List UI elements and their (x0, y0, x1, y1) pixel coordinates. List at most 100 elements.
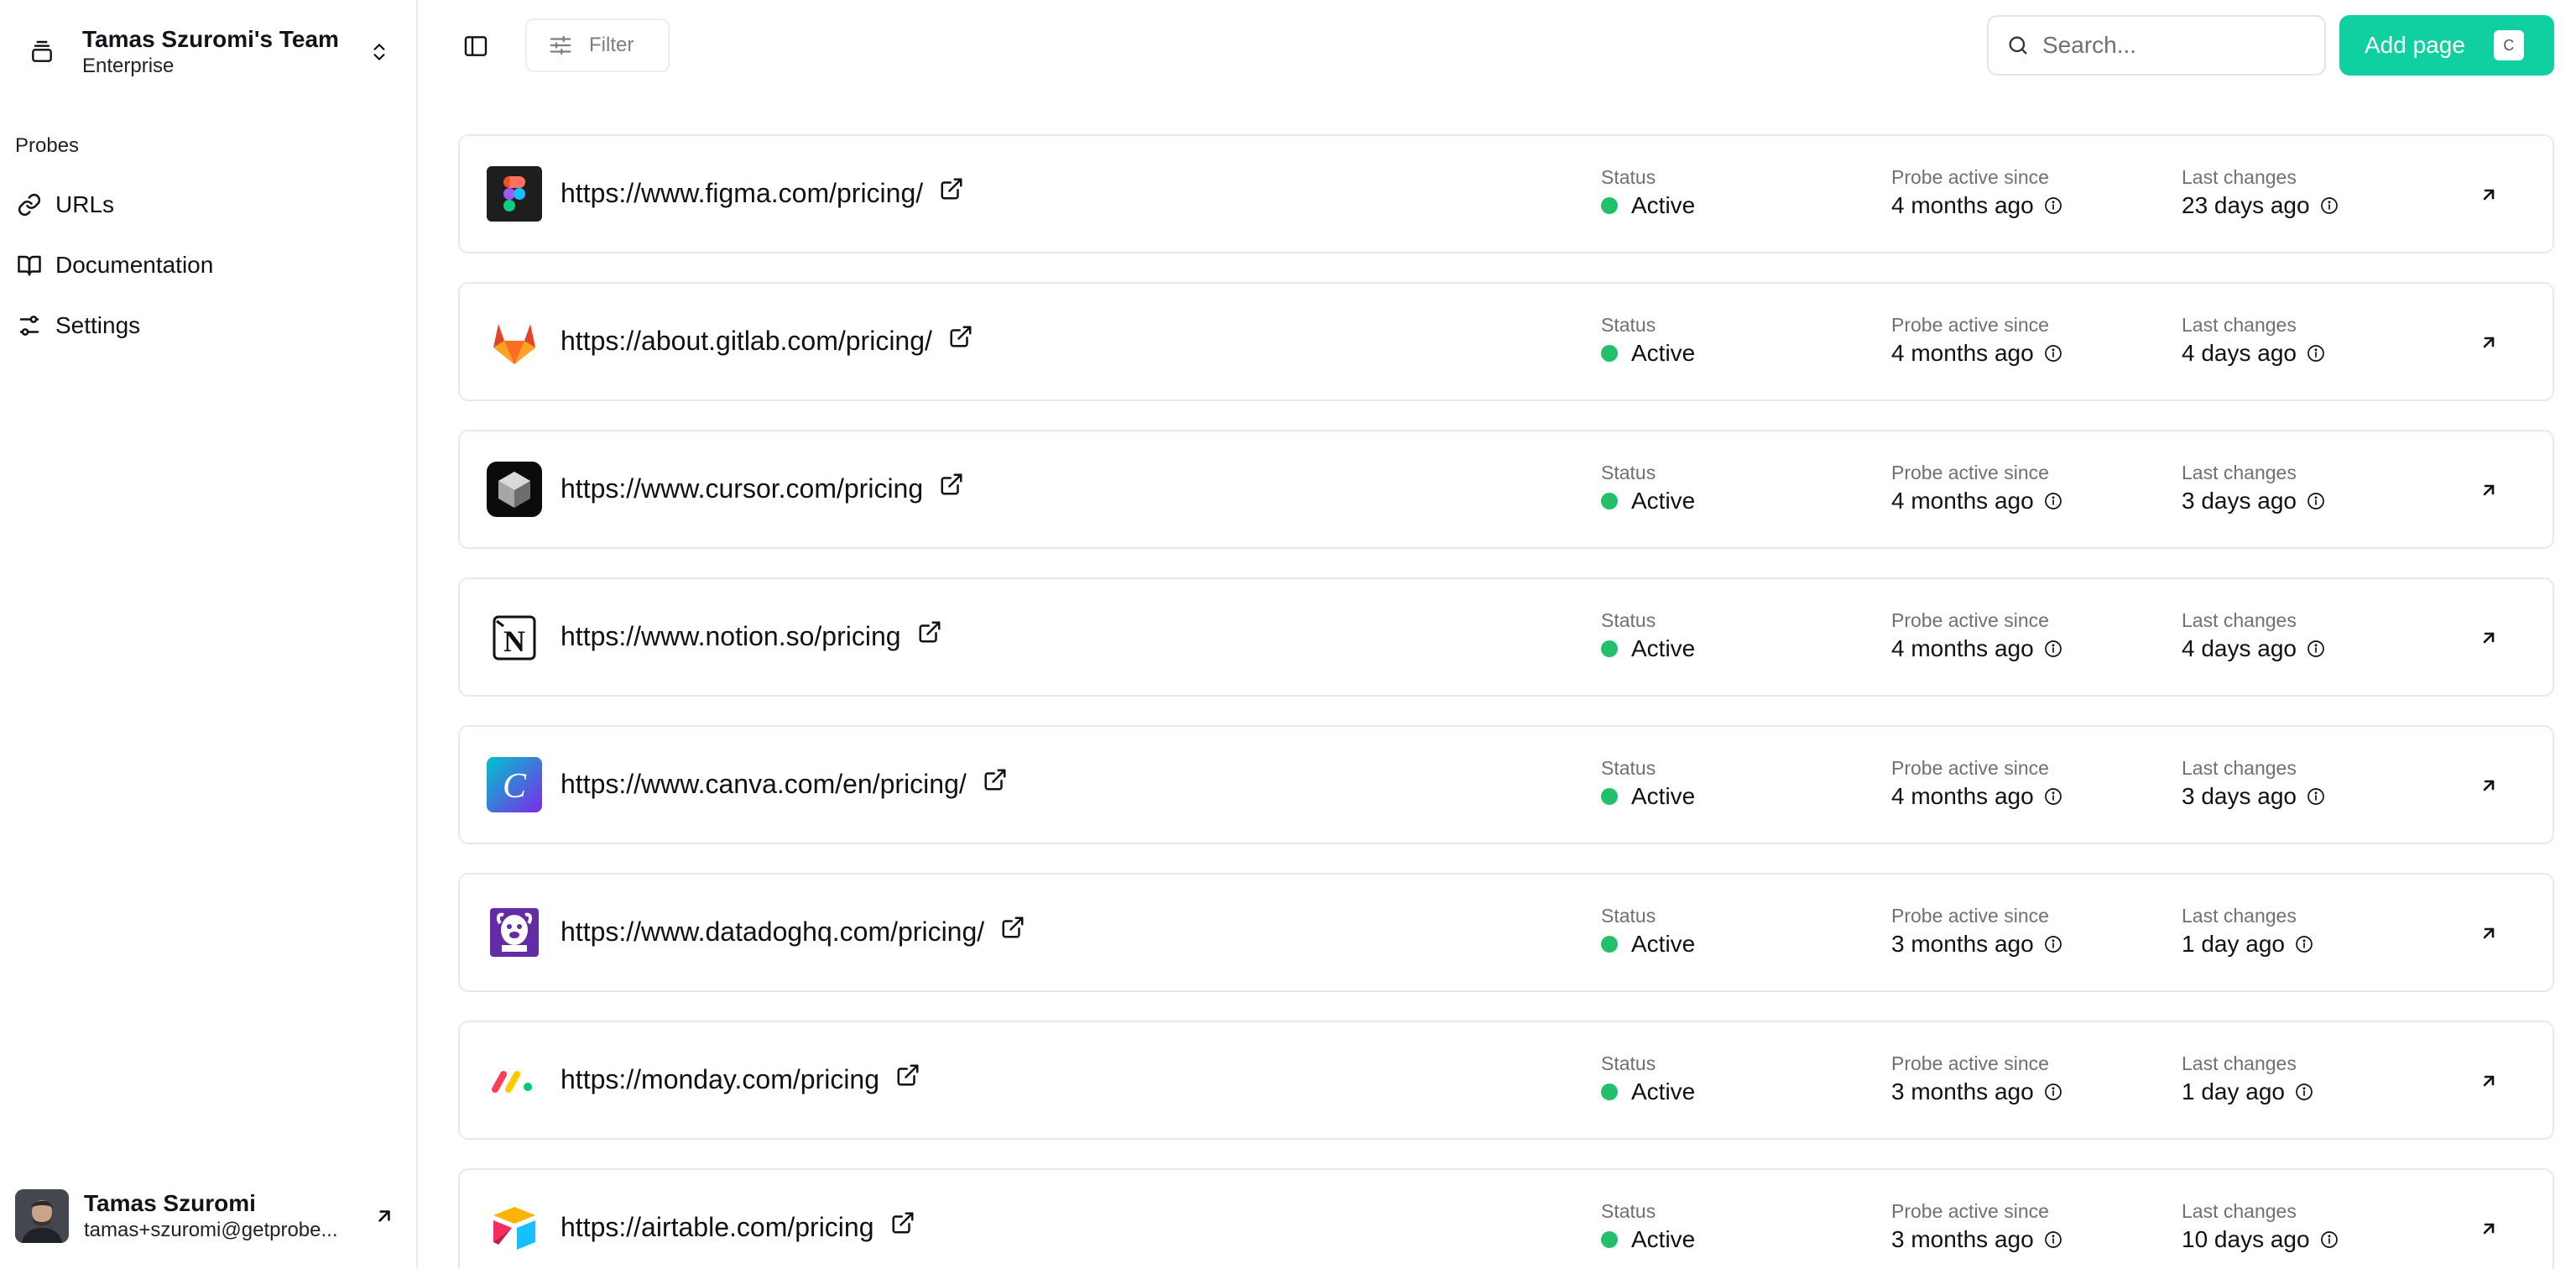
sidebar-item-settings[interactable]: Settings (15, 295, 401, 356)
filter-button[interactable]: Filter (525, 18, 670, 72)
open-probe-icon[interactable] (2474, 1066, 2504, 1096)
info-icon[interactable] (2042, 933, 2064, 955)
changes-cell: Last changes 10 days ago (2182, 1198, 2340, 1256)
external-link-icon[interactable] (916, 619, 943, 645)
info-icon[interactable] (2042, 1081, 2064, 1103)
user-info: Tamas Szuromi tamas+szuromi@getprobe... (84, 1189, 368, 1243)
status-dot (1601, 788, 1618, 805)
table-row[interactable]: C https://www.canva.com/en/pricing/ Stat… (458, 725, 2554, 844)
info-icon[interactable] (2042, 786, 2064, 807)
probe-url[interactable]: https://www.notion.so/pricing (561, 621, 901, 652)
status-badge: Active (1631, 1226, 1696, 1252)
link-icon (15, 191, 44, 219)
table-row[interactable]: https://airtable.com/pricing Status Acti… (458, 1168, 2554, 1269)
user-menu[interactable]: Tamas Szuromi tamas+szuromi@getprobe... (15, 1187, 401, 1246)
info-icon[interactable] (2305, 342, 2327, 364)
since-label: Probe active since (1891, 166, 2049, 188)
info-icon[interactable] (2293, 1081, 2315, 1103)
status-dot (1601, 1231, 1618, 1248)
probe-url-link[interactable]: https://www.canva.com/en/pricing/ (561, 769, 1009, 800)
changes-value: 1 day ago (2182, 1078, 2285, 1104)
external-link-icon[interactable] (894, 1062, 921, 1089)
probe-url-link[interactable]: https://www.figma.com/pricing/ (561, 178, 965, 209)
open-probe-icon[interactable] (2474, 180, 2504, 210)
probe-url-link[interactable]: https://www.notion.so/pricing (561, 621, 943, 652)
sidebar-toggle-button[interactable] (458, 29, 493, 64)
gitlab-logo-icon (487, 314, 542, 369)
open-probe-icon[interactable] (2474, 623, 2504, 653)
info-icon[interactable] (2305, 786, 2327, 807)
since-label: Probe active since (1891, 1052, 2049, 1074)
sidebar-item-documentation[interactable]: Documentation (15, 235, 401, 295)
chevron-up-down-icon[interactable] (364, 35, 394, 69)
svg-text:C: C (503, 767, 527, 806)
probe-url-link[interactable]: https://airtable.com/pricing (561, 1212, 916, 1243)
external-link-icon[interactable] (938, 471, 965, 498)
sidebar-item-label: URLs (55, 191, 115, 217)
info-icon[interactable] (2042, 195, 2064, 217)
probe-url[interactable]: https://airtable.com/pricing (561, 1212, 874, 1243)
svg-text:N: N (503, 624, 525, 658)
info-icon[interactable] (2042, 342, 2064, 364)
info-icon[interactable] (2305, 490, 2327, 512)
probe-url[interactable]: https://about.gitlab.com/pricing/ (561, 326, 932, 357)
probe-url[interactable]: https://www.datadoghq.com/pricing/ (561, 916, 984, 948)
status-cell: Status Active (1601, 608, 1695, 665)
info-icon[interactable] (2305, 638, 2327, 660)
status-dot (1601, 936, 1618, 953)
probe-url-link[interactable]: https://www.cursor.com/pricing (561, 473, 965, 504)
changes-label: Last changes (2182, 314, 2297, 336)
changes-value: 1 day ago (2182, 931, 2285, 957)
since-cell: Probe active since 3 months ago (1891, 1051, 2064, 1108)
external-link-icon[interactable] (999, 914, 1026, 941)
table-row[interactable]: https://monday.com/pricing Status Active… (458, 1021, 2554, 1140)
probe-url[interactable]: https://www.cursor.com/pricing (561, 473, 923, 504)
info-icon[interactable] (2042, 638, 2064, 660)
open-probe-icon[interactable] (2474, 327, 2504, 358)
add-page-button[interactable]: Add page C (2339, 15, 2554, 76)
info-icon[interactable] (2042, 1229, 2064, 1251)
status-label: Status (1601, 314, 1656, 336)
probe-url-link[interactable]: https://www.datadoghq.com/pricing/ (561, 916, 1026, 948)
open-probe-icon[interactable] (2474, 918, 2504, 948)
table-row[interactable]: https://www.datadoghq.com/pricing/ Statu… (458, 873, 2554, 992)
table-row[interactable]: N https://www.notion.so/pricing Status A… (458, 577, 2554, 697)
probe-url-link[interactable]: https://monday.com/pricing (561, 1064, 921, 1095)
probe-url[interactable]: https://monday.com/pricing (561, 1064, 879, 1095)
info-icon[interactable] (2318, 195, 2340, 217)
info-icon[interactable] (2293, 933, 2315, 955)
sidebar-item-label: Settings (55, 312, 141, 338)
open-probe-icon[interactable] (2474, 475, 2504, 505)
team-switcher[interactable]: Tamas Szuromi's Team Enterprise (25, 25, 394, 79)
info-icon[interactable] (2042, 490, 2064, 512)
external-link-icon[interactable] (889, 1209, 916, 1236)
since-value: 4 months ago (1891, 635, 2034, 661)
probe-list: https://www.figma.com/pricing/ Status Ac… (458, 134, 2554, 1269)
since-cell: Probe active since 4 months ago (1891, 608, 2064, 665)
table-row[interactable]: https://about.gitlab.com/pricing/ Status… (458, 282, 2554, 401)
external-link-icon[interactable] (938, 175, 965, 202)
probe-url-link[interactable]: https://about.gitlab.com/pricing/ (561, 326, 974, 357)
sidebar-item-urls[interactable]: URLs (15, 175, 401, 235)
app: Tamas Szuromi's Team Enterprise Probes U… (0, 0, 2576, 1269)
table-row[interactable]: https://www.cursor.com/pricing Status Ac… (458, 430, 2554, 549)
figma-logo-icon (487, 166, 542, 222)
canva-logo-icon: C (487, 757, 542, 812)
probe-url[interactable]: https://www.canva.com/en/pricing/ (561, 769, 967, 800)
open-probe-icon[interactable] (2474, 770, 2504, 801)
probe-url[interactable]: https://www.figma.com/pricing/ (561, 178, 923, 209)
status-badge: Active (1631, 340, 1696, 366)
external-link-icon[interactable] (982, 766, 1009, 793)
since-cell: Probe active since 4 months ago (1891, 164, 2064, 222)
search-input[interactable] (2042, 32, 2311, 59)
filter-label: Filter (589, 34, 634, 56)
table-row[interactable]: https://www.figma.com/pricing/ Status Ac… (458, 134, 2554, 253)
arrow-up-right-icon[interactable] (368, 1199, 401, 1233)
status-label: Status (1601, 1200, 1656, 1222)
open-probe-icon[interactable] (2474, 1214, 2504, 1244)
since-value: 3 months ago (1891, 931, 2034, 957)
external-link-icon[interactable] (947, 323, 974, 350)
status-label: Status (1601, 1052, 1656, 1074)
info-icon[interactable] (2318, 1229, 2340, 1251)
since-label: Probe active since (1891, 462, 2049, 483)
